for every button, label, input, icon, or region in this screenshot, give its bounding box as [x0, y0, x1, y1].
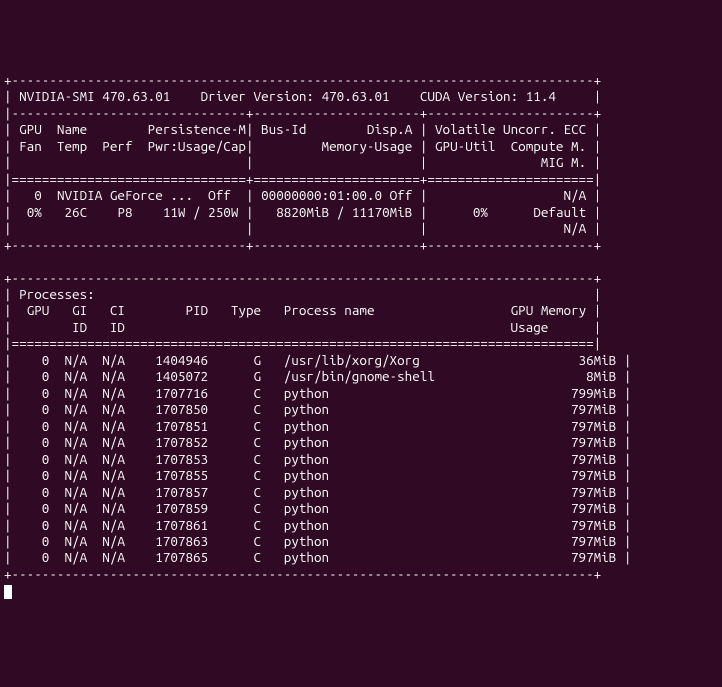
gpu-pwr: 11W / 250W — [163, 204, 239, 220]
hdr-dispa: Disp.A — [367, 121, 412, 137]
ph-ci: CI — [110, 302, 125, 318]
hdr-fan-temp-perf: Fan Temp Perf — [19, 138, 132, 154]
ph-type: Type — [231, 302, 261, 318]
driver-version: 470.63.01 — [322, 88, 390, 104]
border-top2: +---------------------------------------… — [4, 270, 601, 286]
hdr-ecc: Volatile Uncorr. ECC — [435, 121, 586, 137]
hdr-pwr: Pwr:Usage/Cap — [148, 138, 246, 154]
gpu-compute: Default — [533, 204, 586, 220]
gpu-busid: 00000000:01:00.0 — [261, 187, 382, 203]
gpu-perf: P8 — [117, 204, 132, 220]
gpu-ecc: N/A — [564, 187, 587, 203]
hdr-persistence: Persistence-M — [148, 121, 246, 137]
header-sep: |-------------------------------+-------… — [4, 105, 601, 121]
terminal-cursor — [4, 585, 12, 599]
driver-label: Driver Version: — [201, 88, 314, 104]
gpu-util: 0% — [473, 204, 488, 220]
cuda-label: CUDA Version: — [420, 88, 518, 104]
hdr-mig: MIG M. — [541, 154, 586, 170]
eq-sep: |===============================+=======… — [4, 171, 601, 187]
hdr-gpu-name: GPU Name — [19, 121, 87, 137]
border-bottom: +---------------------------------------… — [4, 566, 601, 582]
cuda-version: 11.4 — [526, 88, 556, 104]
gpu-mem: 8820MiB / 11170MiB — [276, 204, 412, 220]
gpu-dispa: Off — [390, 187, 413, 203]
nvidia-smi-output: +---------------------------------------… — [0, 66, 722, 605]
gpu-mig: N/A — [563, 220, 586, 236]
gpu-name: NVIDIA GeForce ... — [57, 187, 193, 203]
processes-title: Processes: — [19, 286, 95, 302]
gpu-fan: 0% — [27, 204, 42, 220]
ph-gpu: GPU — [27, 302, 50, 318]
border-top: +---------------------------------------… — [4, 72, 601, 88]
ph-gi-id: ID — [72, 319, 87, 335]
ph-pid: PID — [185, 302, 208, 318]
gpu-persistence: Off — [208, 187, 231, 203]
ph-gi: GI — [72, 302, 87, 318]
hdr-memusage: Memory-Usage — [322, 138, 413, 154]
ph-ci-id: ID — [110, 319, 125, 335]
ph-usage: Usage — [511, 319, 549, 335]
gpu-index: 0 — [34, 187, 42, 203]
mid-bot: +-------------------------------+-------… — [4, 237, 601, 253]
ph-procname: Process name — [284, 302, 375, 318]
gpu-temp: 26C — [65, 204, 88, 220]
hdr-busid: Bus-Id — [261, 121, 306, 137]
ph-gpumem: GPU Memory — [511, 302, 587, 318]
hdr-util-compute: GPU-Util Compute M. — [435, 138, 586, 154]
process-rows: | 0 N/A N/A 1404946 G /usr/lib/xorg/Xorg… — [4, 352, 631, 566]
eq-sep2: |=======================================… — [4, 335, 601, 351]
smi-version: 470.63.01 — [102, 88, 170, 104]
smi-label: NVIDIA-SMI — [19, 88, 95, 104]
